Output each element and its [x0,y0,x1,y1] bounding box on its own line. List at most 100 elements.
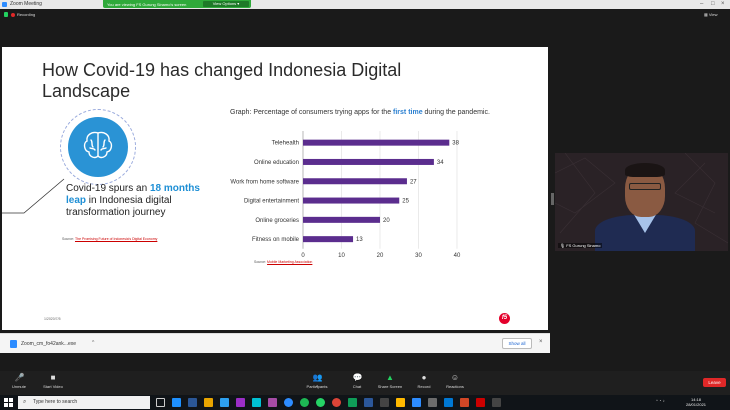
brain-icon [83,131,113,159]
files-icon[interactable] [396,398,405,407]
graph-caption: Graph: Percentage of consumers trying ap… [230,109,500,117]
share-screen-button[interactable]: ▲ Share Screen [373,373,407,390]
reactions-button[interactable]: ☺ Reactions [438,374,472,390]
tray-chevron-icon[interactable]: ^ [656,398,658,403]
splitter-handle[interactable] [551,193,554,205]
value-label: 27 [410,179,417,185]
record-label: Record [417,384,431,389]
x-tick-label: 30 [415,253,422,259]
clock-date: 28/01/2021 [686,402,707,407]
camera-icon: ■ [50,373,56,382]
category-label: Work from home software [230,179,299,185]
steam-icon[interactable] [188,398,197,407]
leave-button[interactable]: Leave [703,378,726,387]
value-label: 38 [452,141,459,147]
powerpoint-icon[interactable] [460,398,469,407]
system-tray[interactable]: ^ ◔ ♪ [656,398,665,403]
taskbar-search[interactable]: ⌕ Type here to search [18,396,150,409]
recording-indicator: Recording [4,12,35,18]
x-tick-label: 20 [377,253,384,259]
category-label: Fitness on mobile [252,237,300,243]
participants-glyph: 👥 [312,373,323,382]
maximize-button[interactable]: □ [711,1,715,7]
excel-icon[interactable] [348,398,357,407]
microphone-icon: 🎤 [14,373,25,382]
zoom-taskbar-icon[interactable] [284,398,293,407]
bar-telehealth [303,139,450,146]
word-icon[interactable] [364,398,373,407]
download-menu-chevron-icon[interactable]: ^ [92,340,94,346]
value-label: 20 [383,218,390,224]
unmute-button[interactable]: 🎤 Unmute [2,373,36,390]
windows-start-icon[interactable] [4,398,13,407]
bar-fitness-on-mobile [303,236,354,243]
zoom-app-icon [2,2,7,7]
left-source: Source: The Promising Future of Indonesi… [62,237,157,241]
security-shield-icon[interactable] [4,12,8,18]
unmute-label: Unmute [11,384,26,389]
slide-date: 1/2020/7/5 [44,317,61,321]
premiere-icon[interactable] [236,398,245,407]
key-message-pre: Covid-19 spurs an [66,183,150,194]
caption-pre: Graph: Percentage of consumers trying ap… [230,109,394,116]
start-video-label: Start Video [43,384,63,389]
whatsapp-icon[interactable] [316,398,325,407]
record-icon: ● [421,373,427,382]
record-dot-icon [11,12,15,17]
bar-chart: 0 10 20 30 40 Telehealth 38 Online education 34 W… [230,131,461,259]
app3-icon[interactable] [428,398,437,407]
outlook-icon[interactable] [444,398,453,407]
start-video-button[interactable]: ■ Start Video [36,373,70,390]
show-all-button[interactable]: Show all [502,338,532,349]
share-message: You are viewing FS Gurung Sinamo's scree… [107,2,187,7]
download-bar: Zoom_cm_fo42ank...exe ^ Show all × [0,333,550,353]
photoshop-icon[interactable] [220,398,229,407]
close-download-bar-button[interactable]: × [539,339,543,345]
participants-label: Participants [306,384,328,389]
file-icon [10,340,17,348]
participant-hair [625,163,665,177]
chart-source-label: Source: [254,260,268,264]
value-label: 25 [402,199,409,205]
chart-source-link[interactable]: Mobile Marketing Association [267,260,312,264]
participant-video[interactable] [555,153,728,251]
chat-button[interactable]: 💬 Chat [340,374,374,390]
participant-glasses [629,183,661,190]
slide-title: How Covid-19 has changed Indonesia Digit… [42,60,402,101]
spotify-icon[interactable] [300,398,309,407]
caption-highlight: first time [393,109,423,116]
after-effects-icon[interactable] [268,398,277,407]
chrome-icon[interactable] [332,398,341,407]
record-button[interactable]: ● Record [407,373,441,390]
search-icon: ⌕ [23,399,27,405]
view-label: View [708,12,718,17]
share-screen-icon: ▲ [386,373,394,382]
lightroom-icon[interactable] [252,398,261,407]
key-message: Covid-19 spurs an 18 months leap in Indo… [66,183,206,219]
task-view-icon[interactable] [156,398,165,407]
bar-online-education [303,158,434,165]
bar-digital-entertainment [303,197,400,204]
app-icon[interactable] [380,398,389,407]
download-filename[interactable]: Zoom_cm_fo42ank...exe [21,341,76,347]
source-link[interactable]: The Promising Future of Indonesia's Digi… [75,237,157,241]
volume-icon[interactable]: ♪ [663,398,665,403]
view-options-button[interactable]: View Options ▾ [203,1,249,7]
f5-logo: f5 [499,313,510,324]
edge-icon[interactable] [172,398,181,407]
acrobat-icon[interactable] [476,398,485,407]
source-label: Source: [62,237,75,241]
view-button[interactable]: ▦ View [704,12,718,17]
minimize-button[interactable]: – [700,1,703,7]
app4-icon[interactable] [492,398,501,407]
chat-label: Chat [352,384,362,389]
explorer-icon[interactable] [204,398,213,407]
taskbar-clock[interactable]: 14:18 28/01/2021 [686,397,706,407]
network-icon[interactable]: ◔ [659,398,661,403]
app2-icon[interactable] [412,398,421,407]
category-label: Telehealth [272,141,299,147]
chart-source: Source: Mobile Marketing Association [254,260,312,264]
search-placeholder: Type here to search [33,399,78,405]
participants-button[interactable]: 👥2 Participants [300,373,334,390]
close-window-button[interactable]: × [721,1,725,7]
